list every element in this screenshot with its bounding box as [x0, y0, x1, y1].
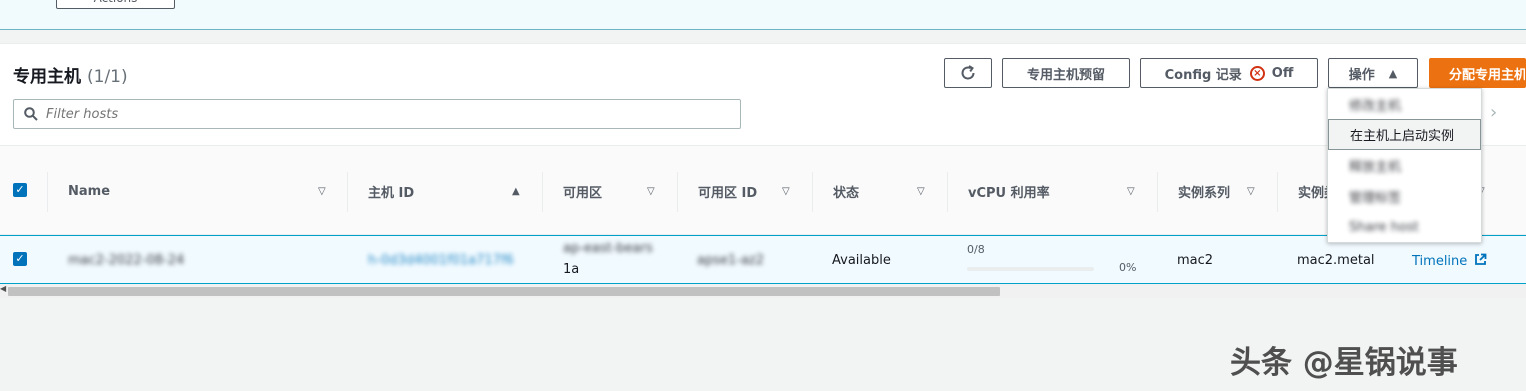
top-actions-button[interactable]: Actions — [56, 0, 175, 9]
sort-down-icon: ▽ — [1247, 185, 1255, 197]
table-row[interactable]: ✓ mac2-2022-08-24 h-0d3d4001f01a717f6 ap… — [0, 235, 1526, 284]
host-id-link[interactable]: h-0d3d4001f01a717f6 — [368, 253, 514, 268]
column-host-id-label: 主机 ID — [368, 185, 415, 201]
availability-zone: ap-east-bears — [563, 241, 653, 256]
vcpu-fraction: 0/8 — [967, 243, 985, 256]
host-count: (1/1) — [87, 67, 128, 87]
table-header: ✓ Name ▽ 主机 ID ▲ 可用区 ▽ 可用区 ID ▽ 状态 ▽ vCP… — [0, 145, 1526, 235]
top-strip: Actions — [0, 0, 1526, 30]
sort-down-icon: ▽ — [917, 185, 925, 197]
sort-down-icon: ▽ — [318, 185, 326, 197]
timeline-label: Timeline — [1412, 254, 1468, 269]
search-icon — [24, 107, 38, 121]
scrollbar-thumb[interactable] — [8, 287, 1000, 296]
page-title: 专用主机 (1/1) — [13, 62, 128, 87]
watermark: 头条 @星锅说事 — [1230, 345, 1458, 381]
column-header-name[interactable]: Name ▽ — [47, 146, 347, 236]
scroll-left-icon[interactable]: ◀ — [0, 284, 6, 293]
column-name-label: Name — [68, 183, 111, 199]
menu-item-release-host[interactable]: 释放主机 — [1328, 150, 1481, 181]
column-vcpu-label: vCPU 利用率 — [968, 185, 1050, 201]
allocate-host-label: 分配专用主机 — [1449, 67, 1526, 83]
availability-zone-line2: 1a — [563, 262, 580, 277]
select-all-checkbox[interactable]: ✓ — [13, 183, 27, 197]
instance-family: mac2 — [1177, 253, 1214, 268]
column-header-host-id[interactable]: 主机 ID ▲ — [347, 146, 542, 236]
actions-label: 操作 — [1348, 67, 1375, 83]
instance-type: mac2.metal — [1297, 253, 1375, 268]
close-circle-icon: × — [1249, 65, 1265, 81]
column-header-az[interactable]: 可用区 ▽ — [542, 146, 677, 236]
sort-down-icon: ▽ — [647, 185, 655, 197]
column-header-state[interactable]: 状态 ▽ — [812, 146, 947, 236]
column-header-vcpu[interactable]: vCPU 利用率 ▽ — [947, 146, 1157, 236]
column-header-az-id[interactable]: 可用区 ID ▽ — [677, 146, 812, 236]
host-reservation-label: 专用主机预留 — [1026, 67, 1105, 83]
column-header-family[interactable]: 实例系列 ▽ — [1157, 146, 1277, 236]
availability-zone-id: apse1-az2 — [697, 253, 765, 268]
refresh-button[interactable] — [944, 58, 992, 88]
page-title-text: 专用主机 — [13, 67, 81, 87]
timeline-link[interactable]: Timeline — [1412, 253, 1487, 269]
vcpu-percent: 0% — [1119, 261, 1137, 274]
caret-up-icon: ▲ — [1388, 66, 1398, 80]
column-az-label: 可用区 — [563, 185, 603, 201]
menu-item-modify-host[interactable]: 修改主机 — [1328, 89, 1481, 120]
host-name: mac2-2022-08-24 — [68, 253, 185, 268]
menu-item-share-host[interactable]: Share host — [1328, 212, 1481, 243]
host-reservation-button[interactable]: 专用主机预留 — [1002, 58, 1130, 88]
external-link-icon — [1475, 253, 1487, 265]
row-checkbox[interactable]: ✓ — [13, 252, 27, 266]
search-input[interactable] — [46, 106, 726, 122]
hosts-panel: 专用主机 (1/1) 专用主机预留 Config 记录 × Off 操作 ▲ 分配… — [0, 43, 1526, 298]
search-box[interactable] — [13, 99, 741, 129]
allocate-host-button[interactable]: 分配专用主机 — [1429, 58, 1526, 88]
horizontal-scrollbar[interactable]: ◀ — [0, 284, 1526, 298]
column-state-label: 状态 — [833, 185, 860, 201]
sort-down-icon: ▽ — [1127, 185, 1135, 197]
actions-button[interactable]: 操作 ▲ — [1328, 58, 1418, 88]
host-state: Available — [832, 253, 891, 268]
menu-item-launch-instance[interactable]: 在主机上启动实例 — [1328, 119, 1481, 150]
config-record-label: Config 记录 — [1164, 67, 1242, 83]
config-record-button[interactable]: Config 记录 × Off — [1140, 58, 1318, 88]
sort-down-icon: ▽ — [782, 185, 790, 197]
sort-up-icon: ▲ — [512, 185, 520, 197]
chevron-right-icon[interactable]: › — [1490, 102, 1497, 123]
refresh-icon — [961, 65, 975, 80]
column-az-id-label: 可用区 ID — [698, 185, 758, 201]
actions-dropdown-menu: 修改主机 在主机上启动实例 释放主机 管理标签 Share host — [1327, 88, 1482, 243]
column-family-label: 实例系列 — [1178, 185, 1231, 201]
vcpu-progress-bar — [967, 267, 1094, 271]
config-status: Off — [1271, 65, 1294, 81]
menu-item-manage-tags[interactable]: 管理标签 — [1328, 181, 1481, 212]
